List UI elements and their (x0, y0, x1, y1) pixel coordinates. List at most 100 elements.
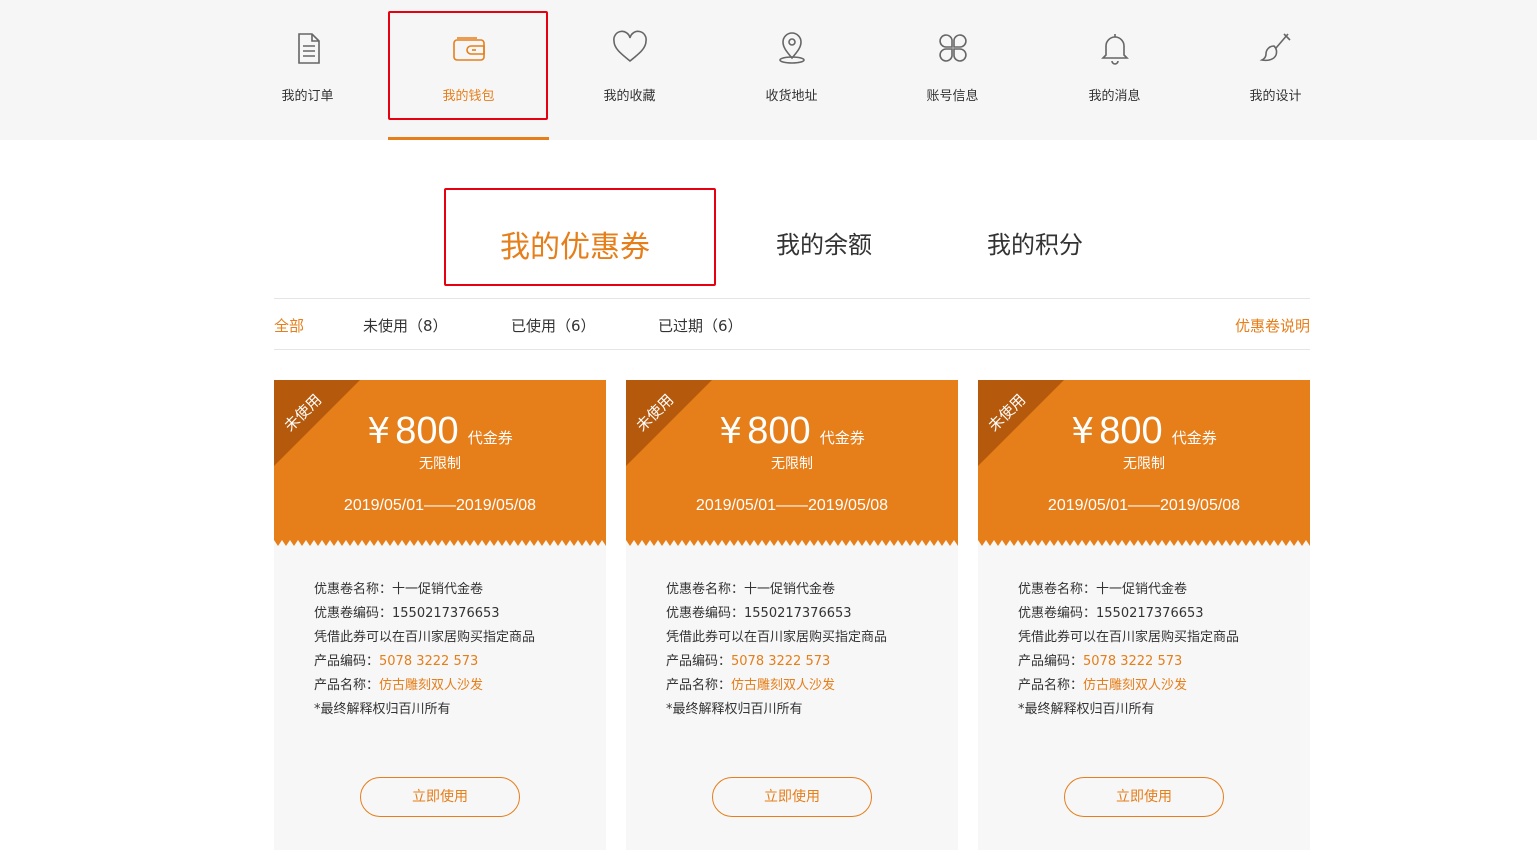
product-code: 5078 3222 573 (731, 654, 831, 669)
coupon-help-link[interactable]: 优惠卷说明 (1235, 315, 1310, 336)
use-now-button[interactable]: 立即使用 (712, 777, 872, 817)
nav-label: 我的收藏 (603, 89, 656, 104)
tab-points[interactable]: 我的积分 (987, 225, 1083, 260)
product-code: 5078 3222 573 (379, 654, 479, 669)
filter-used[interactable]: 已使用（6） (511, 315, 596, 336)
label: 产品编码： (314, 654, 380, 669)
nav-label: 我的消息 (1088, 89, 1141, 104)
coupon-dates: 2019/05/01——2019/05/08 (1047, 497, 1241, 514)
coupon-amount: ¥ 800 代金券 (978, 410, 1310, 453)
coupon-note: *最终解释权归百川所有 (1018, 702, 1155, 717)
clover-grid-icon (933, 28, 973, 68)
product-code-row: 产品编码：5078 3222 573 (314, 650, 586, 674)
coupon-code-row: 优惠卷编码：1550217376653 (314, 602, 586, 626)
amount-value: 800 (395, 410, 459, 452)
product-name-row: 产品名称：仿古雕刻双人沙发 (314, 674, 586, 698)
coupon-header: 未使用 ¥ 800 代金券 无限制 2019/05/01——2019/05/08 (626, 380, 958, 546)
nav-item-orders[interactable]: 我的订单 (227, 0, 388, 140)
label: 产品名称： (1018, 678, 1084, 693)
coupon-limit: 无限制 (419, 456, 461, 472)
coupon-name-row: 优惠卷名称：十一促销代金卷 (314, 578, 586, 602)
coupon-type: 代金券 (467, 429, 513, 447)
nav-label: 收货地址 (765, 89, 818, 104)
filter-expired[interactable]: 已过期（6） (658, 315, 743, 336)
use-now-button[interactable]: 立即使用 (360, 777, 520, 817)
coupon-desc: 凭借此券可以在百川家居购买指定商品 (666, 630, 888, 645)
amount-value: 800 (1099, 410, 1163, 452)
heart-icon (610, 28, 650, 68)
coupon-code: 1550217376653 (392, 606, 500, 621)
nav-item-design[interactable]: 我的设计 (1195, 0, 1356, 140)
nav-item-wallet[interactable]: 我的钱包 (388, 0, 549, 140)
label: 产品编码： (1018, 654, 1084, 669)
label: 产品编码： (666, 654, 732, 669)
nav-label: 账号信息 (926, 89, 979, 104)
product-name: 仿古雕刻双人沙发 (379, 678, 484, 693)
zigzag-edge (274, 540, 606, 546)
coupon-name-row: 优惠卷名称：十一促销代金卷 (1018, 578, 1290, 602)
zigzag-edge (978, 540, 1310, 546)
coupon-amount: ¥ 800 代金券 (274, 410, 606, 453)
coupon-limit: 无限制 (1123, 456, 1165, 472)
product-name: 仿古雕刻双人沙发 (1083, 678, 1188, 693)
nav-label: 我的订单 (281, 89, 334, 104)
label: 产品名称： (666, 678, 732, 693)
coupon-note: *最终解释权归百川所有 (666, 702, 803, 717)
coupon-amount: ¥ 800 代金券 (626, 410, 958, 453)
label: 优惠卷名称： (1018, 582, 1097, 597)
nav-item-address[interactable]: 收货地址 (711, 0, 872, 140)
coupon-name: 十一促销代金卷 (744, 582, 836, 597)
coupon-type: 代金券 (819, 429, 865, 447)
coupon-code-row: 优惠卷编码：1550217376653 (666, 602, 938, 626)
coupon-name-row: 优惠卷名称：十一促销代金卷 (666, 578, 938, 602)
zigzag-edge (626, 540, 958, 546)
filter-all[interactable]: 全部 (274, 315, 304, 336)
location-pin-icon (772, 28, 812, 68)
active-underline (388, 137, 549, 140)
label: 优惠卷编码： (666, 606, 745, 621)
label: 优惠卷编码： (314, 606, 393, 621)
coupon-limit: 无限制 (771, 456, 813, 472)
use-now-button[interactable]: 立即使用 (1064, 777, 1224, 817)
tab-coupons[interactable]: 我的优惠券 (500, 222, 650, 266)
tab-balance[interactable]: 我的余额 (776, 225, 872, 260)
nav-label: 我的设计 (1249, 89, 1302, 104)
coupon-header: 未使用 ¥ 800 代金券 无限制 2019/05/01——2019/05/08 (978, 380, 1310, 546)
coupon-code-row: 优惠卷编码：1550217376653 (1018, 602, 1290, 626)
filter-unused[interactable]: 未使用（8） (363, 315, 448, 336)
paint-brush-icon (1256, 28, 1296, 68)
coupon-details: 优惠卷名称：十一促销代金卷 优惠卷编码：1550217376653 凭借此券可以… (1018, 578, 1290, 722)
label: 优惠卷名称： (314, 582, 393, 597)
coupon-dates: 2019/05/01——2019/05/08 (695, 497, 889, 514)
currency-symbol: ¥ (367, 411, 391, 452)
coupon-card: 未使用 ¥ 800 代金券 无限制 2019/05/01——2019/05/08… (626, 380, 958, 850)
filter-bar: 全部 未使用（8） 已使用（6） 已过期（6） 优惠卷说明 (274, 298, 1310, 350)
coupon-details: 优惠卷名称：十一促销代金卷 优惠卷编码：1550217376653 凭借此券可以… (314, 578, 586, 722)
product-code-row: 产品编码：5078 3222 573 (666, 650, 938, 674)
coupon-details: 优惠卷名称：十一促销代金卷 优惠卷编码：1550217376653 凭借此券可以… (666, 578, 938, 722)
nav-item-messages[interactable]: 我的消息 (1034, 0, 1195, 140)
nav-label: 我的钱包 (442, 89, 495, 104)
product-name: 仿古雕刻双人沙发 (731, 678, 836, 693)
amount-value: 800 (747, 410, 811, 452)
coupon-code: 1550217376653 (744, 606, 852, 621)
currency-symbol: ¥ (719, 411, 743, 452)
coupon-type: 代金券 (1171, 429, 1217, 447)
top-navigation: 我的订单 我的钱包 我的收藏 收货地址 账号信息 我的消息 我的设计 (0, 0, 1537, 140)
coupon-name: 十一促销代金卷 (1096, 582, 1188, 597)
coupon-desc: 凭借此券可以在百川家居购买指定商品 (314, 630, 536, 645)
document-icon (288, 28, 328, 68)
product-code-row: 产品编码：5078 3222 573 (1018, 650, 1290, 674)
nav-item-favorites[interactable]: 我的收藏 (549, 0, 710, 140)
coupon-card: 未使用 ¥ 800 代金券 无限制 2019/05/01——2019/05/08… (978, 380, 1310, 850)
nav-item-account[interactable]: 账号信息 (872, 0, 1033, 140)
coupon-dates: 2019/05/01——2019/05/08 (343, 497, 537, 514)
product-name-row: 产品名称：仿古雕刻双人沙发 (666, 674, 938, 698)
coupon-card: 未使用 ¥ 800 代金券 无限制 2019/05/01——2019/05/08… (274, 380, 606, 850)
wallet-icon (449, 28, 489, 68)
product-name-row: 产品名称：仿古雕刻双人沙发 (1018, 674, 1290, 698)
coupon-header: 未使用 ¥ 800 代金券 无限制 2019/05/01——2019/05/08 (274, 380, 606, 546)
coupon-note: *最终解释权归百川所有 (314, 702, 451, 717)
coupon-name: 十一促销代金卷 (392, 582, 484, 597)
label: 产品名称： (314, 678, 380, 693)
